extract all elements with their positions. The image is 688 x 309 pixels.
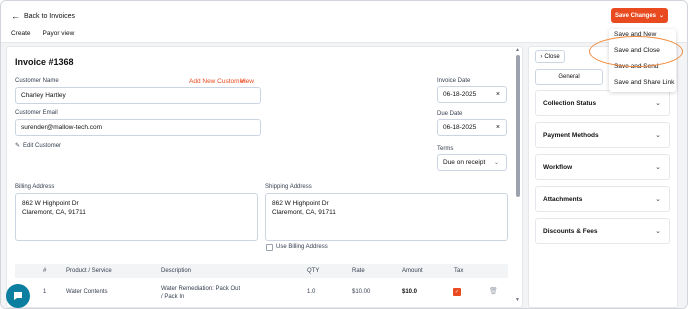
highlight-ring [589, 36, 683, 67]
invoice-date-value: 06-18-2025 [443, 91, 477, 98]
payment-methods-label: Payment Methods [543, 131, 599, 139]
shipping-line-2: Claremont, CA, 91711 [272, 209, 336, 216]
close-label: Close [544, 53, 560, 60]
customer-email-value: surender@mallow-tech.com [21, 124, 103, 131]
chevron-right-icon: › [540, 53, 543, 60]
chevron-down-icon: ⌄ [655, 228, 661, 235]
chevron-down-icon: ⌄ [655, 132, 661, 139]
tab-payor-view[interactable]: Payor view [43, 30, 75, 37]
workflow-section[interactable]: Workflow ⌄ [535, 154, 670, 180]
terms-label: Terms [437, 146, 454, 152]
row-rate[interactable]: $10.00 [352, 289, 370, 295]
view-customer-link[interactable]: View [240, 78, 254, 85]
shipping-address-label: Shipping Address [265, 184, 312, 190]
shipping-address-field[interactable]: 862 W Highpoint Dr Claremont, CA, 91711 [265, 193, 508, 241]
form-scrollbar[interactable]: ▲ ▼ [515, 47, 521, 305]
row-number: 1 [43, 289, 47, 295]
row-amount: $10.0 [402, 289, 418, 295]
customer-name-value: Charley Hartley [21, 92, 66, 99]
customer-email-field[interactable]: surender@mallow-tech.com [15, 119, 261, 136]
col-number: # [43, 268, 47, 274]
billing-address-field[interactable]: 862 W Highpoint Dr Claremont, CA, 91711 [15, 193, 258, 241]
collection-status-section[interactable]: Collection Status ⌄ [535, 90, 670, 116]
arrow-left-icon: ← [11, 11, 20, 21]
close-panel-button[interactable]: › Close [535, 50, 565, 63]
billing-line-1: 862 W Highpoint Dr [22, 200, 79, 207]
clear-due-date-icon[interactable]: × [496, 124, 500, 131]
customer-name-label: Customer Name [15, 78, 59, 84]
app-window: ← Back to Invoices Create Payor view Sav… [0, 0, 688, 309]
col-rate: Rate [352, 268, 365, 274]
clear-invoice-date-icon[interactable]: × [496, 91, 500, 98]
tab-create[interactable]: Create [11, 30, 31, 37]
use-billing-address-label: Use Billing Address [276, 244, 328, 250]
discounts-fees-section[interactable]: Discounts & Fees ⌄ [535, 218, 670, 244]
col-amount: Amount [402, 268, 423, 274]
back-label: Back to Invoices [24, 12, 75, 20]
chevron-down-icon: ⌄ [655, 196, 661, 203]
scrollbar-thumb[interactable] [516, 55, 520, 197]
col-tax: Tax [454, 268, 464, 274]
chevron-down-icon: ⌄ [655, 164, 661, 171]
tab-general[interactable]: General [535, 69, 603, 85]
customer-name-field[interactable]: Charley Hartley [15, 87, 261, 104]
attachments-label: Attachments [543, 195, 583, 203]
chevron-down-icon: ⌄ [493, 160, 499, 166]
terms-select[interactable]: Due on receipt ⌄ [437, 154, 507, 171]
tax-checkbox[interactable]: ✓ [453, 288, 461, 296]
row-description-line-1: Water Remediation: Pack Out [161, 286, 241, 292]
row-qty[interactable]: 1.0 [307, 289, 315, 295]
row-description-line-2: / Pack In [161, 294, 185, 300]
edit-customer-label: Edit Customer [23, 142, 62, 149]
menu-save-and-share-link[interactable]: Save and Share Link [614, 79, 674, 86]
terms-value: Due on receipt [443, 159, 486, 166]
invoice-date-field[interactable]: 06-18-2025 × [437, 86, 507, 103]
chevron-down-icon: ⌄ [659, 13, 665, 19]
shipping-line-1: 862 W Highpoint Dr [272, 200, 329, 207]
billing-address-label: Billing Address [15, 184, 55, 190]
save-changes-label: Save Changes [614, 12, 656, 19]
edit-customer-link[interactable]: ✎ Edit Customer [15, 142, 62, 150]
pencil-icon: ✎ [15, 143, 21, 149]
col-description: Description [161, 268, 192, 274]
view-tabs: Create Payor view [11, 30, 74, 37]
billing-line-2: Claremont, CA, 91711 [22, 209, 86, 216]
trash-icon[interactable]: 🗑 [489, 287, 498, 295]
invoice-date-label: Invoice Date [437, 78, 471, 84]
attachments-section[interactable]: Attachments ⌄ [535, 186, 670, 212]
due-date-label: Due Date [437, 111, 463, 117]
customer-email-label: Customer Email [15, 110, 58, 116]
due-date-value: 06-18-2025 [443, 124, 477, 131]
payment-methods-section[interactable]: Payment Methods ⌄ [535, 122, 670, 148]
row-description[interactable]: Water Remediation: Pack Out / Pack In [161, 285, 240, 301]
top-bar: ← Back to Invoices Create Payor view [1, 1, 687, 43]
col-product: Product / Service [66, 268, 112, 274]
row-product[interactable]: Water Contents [66, 289, 107, 295]
chevron-down-icon: ⌄ [655, 100, 661, 107]
add-new-customer-link[interactable]: Add New Customer [189, 78, 245, 85]
discounts-fees-label: Discounts & Fees [543, 227, 598, 235]
scroll-up-icon[interactable]: ▲ [515, 47, 520, 53]
invoice-title: Invoice #1368 [15, 57, 74, 67]
tab-general-label: General [558, 74, 580, 80]
back-to-invoices-link[interactable]: ← Back to Invoices [11, 11, 75, 21]
scroll-down-icon[interactable]: ▼ [515, 297, 520, 303]
save-changes-button[interactable]: Save Changes ⌄ [611, 8, 668, 23]
use-billing-address-checkbox[interactable] [266, 244, 273, 251]
col-qty: QTY [307, 268, 320, 274]
workflow-label: Workflow [543, 163, 573, 171]
chat-icon[interactable] [6, 284, 30, 308]
due-date-field[interactable]: 06-18-2025 × [437, 119, 507, 136]
collection-status-label: Collection Status [543, 99, 597, 107]
